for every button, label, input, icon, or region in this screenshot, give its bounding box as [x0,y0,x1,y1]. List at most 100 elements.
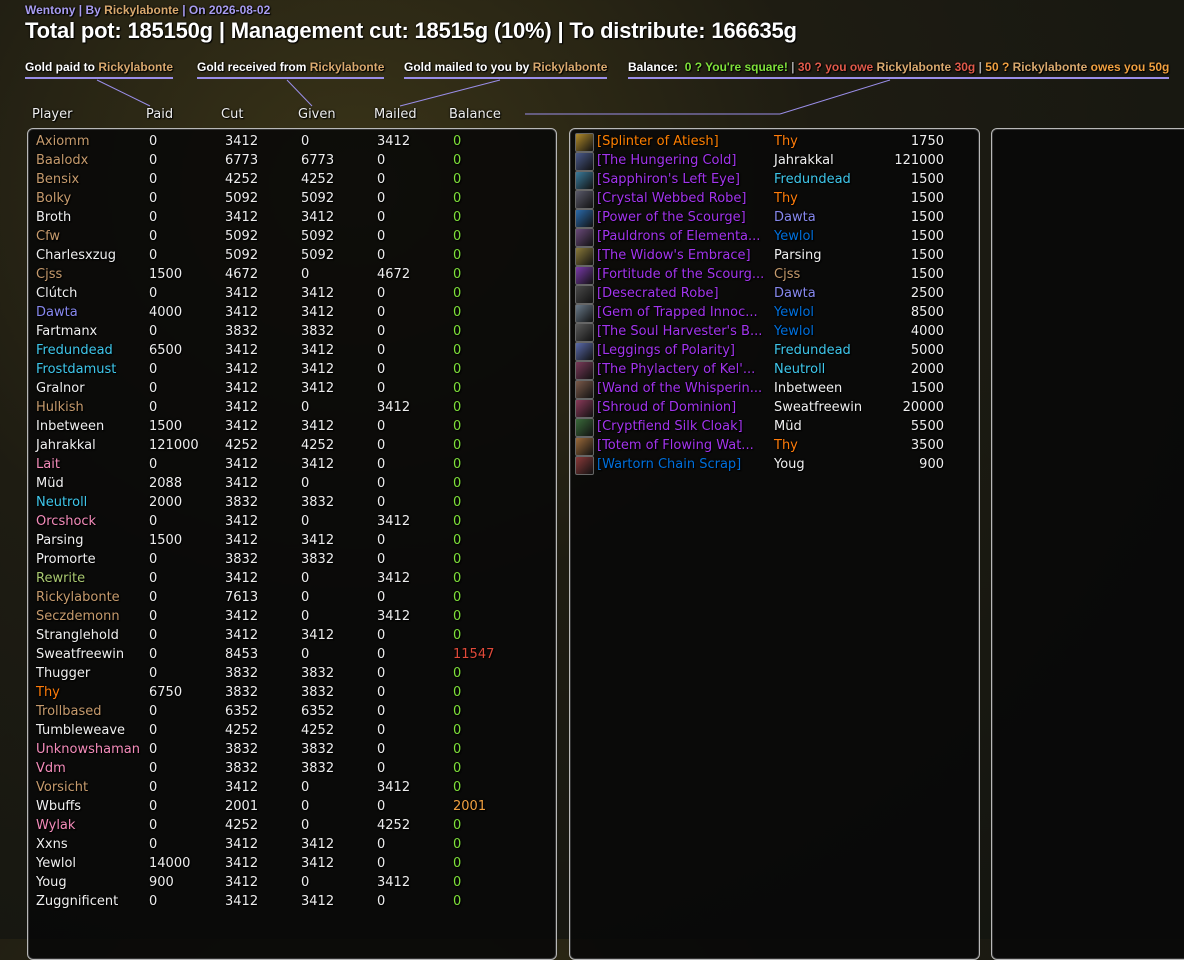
given-value: 3412 [301,856,335,871]
paid-value: 0 [149,229,158,244]
item-link[interactable]: [Pauldrons of Elementa... [597,229,769,244]
player-name: Orcshock [36,514,97,529]
leggings-icon[interactable] [575,342,594,361]
loot-list-panel[interactable]: [Splinter of Atiesh] Thy 1750 [The Hungerin… [569,128,980,960]
loot-row[interactable]: [Shroud of Dominion] Sweatfreewin 20000 [570,399,979,418]
loot-row[interactable]: [Crystal Webbed Robe] Thy 1500 [570,190,979,209]
paid-value: 6750 [149,685,183,700]
player-table-panel[interactable]: Axiomm 0 3412 0 3412 0 Baalodx 0 6773 6773 0 0 Bensi… [27,128,557,960]
item-link[interactable]: [Wand of the Whisperin... [597,381,769,396]
totem-icon[interactable] [575,437,594,456]
given-value: 0 [301,590,310,605]
column-header-player: Player [32,107,73,122]
mailed-value: 0 [377,153,386,168]
loot-row[interactable]: [Gem of Trapped Innoc... Yewlol 8500 [570,304,979,323]
scrap-icon[interactable] [575,456,594,475]
legend-balance-owed-amount: owes you 50g [1087,60,1170,74]
phylactery-icon[interactable] [575,361,594,380]
loot-row[interactable]: [Totem of Flowing Wat... Thy 3500 [570,437,979,456]
gem-icon[interactable] [575,304,594,323]
player-name: Sweatfreewin [36,647,125,662]
given-value: 6773 [301,153,335,168]
loot-row[interactable]: [Leggings of Polarity] Fredundead 5000 [570,342,979,361]
item-link[interactable]: [Wartorn Chain Scrap] [597,457,769,472]
given-value: 3412 [301,457,335,472]
given-value: 3832 [301,685,335,700]
shield-icon[interactable] [575,266,594,285]
price-value: 5500 [910,419,944,434]
cut-value: 3832 [225,666,259,681]
column-header-paid: Paid [146,107,174,122]
robe-icon[interactable] [575,190,594,209]
mace-icon[interactable] [575,247,594,266]
shoulder-icon[interactable] [575,228,594,247]
loot-row[interactable]: [The Hungering Cold] Jahrakkal 121000 [570,152,979,171]
player-name: Fartmanx [36,324,98,339]
paid-value: 0 [149,723,158,738]
loot-row[interactable]: [Fortitude of the Scourg... Cjss 1500 [570,266,979,285]
price-value: 2000 [910,362,944,377]
loot-row[interactable]: [Wartorn Chain Scrap] Youg 900 [570,456,979,475]
item-link[interactable]: [Totem of Flowing Wat... [597,438,769,453]
balance-value: 0 [453,590,462,605]
loot-row[interactable]: [Sapphiron's Left Eye] Fredundead 1500 [570,171,979,190]
price-value: 1500 [910,210,944,225]
paid-value: 0 [149,210,158,225]
price-value: 1500 [910,381,944,396]
item-link[interactable]: [Cryptfiend Silk Cloak] [597,419,769,434]
gem-icon[interactable] [575,171,594,190]
paid-value: 0 [149,191,158,206]
winner-name: Yewlol [774,229,815,244]
item-link[interactable]: [The Soul Harvester's B... [597,324,769,339]
item-link[interactable]: [Splinter of Atiesh] [597,134,769,149]
winner-name: Thy [774,191,798,206]
mailed-value: 0 [377,343,386,358]
cut-value: 3412 [225,780,259,795]
player-name: Thy [36,685,60,700]
loot-row[interactable]: [The Widow's Embrace] Parsing 1500 [570,247,979,266]
mailed-value: 0 [377,723,386,738]
given-value: 3832 [301,552,335,567]
mailed-value: 0 [377,305,386,320]
item-link[interactable]: [The Hungering Cold] [597,153,769,168]
legend-balance-owe-name: Rickylabonte [876,60,952,74]
item-link[interactable]: [The Widow's Embrace] [597,248,769,263]
cut-value: 3412 [225,571,259,586]
item-link[interactable]: [Shroud of Dominion] [597,400,769,415]
bindings-icon[interactable] [575,323,594,342]
given-value: 3412 [301,305,335,320]
item-link[interactable]: [Desecrated Robe] [597,286,769,301]
sword-icon[interactable] [575,152,594,171]
item-link[interactable]: [Power of the Scourge] [597,210,769,225]
loot-row[interactable]: [Cryptfiend Silk Cloak] Müd 5500 [570,418,979,437]
balance-value: 0 [453,438,462,453]
loot-row[interactable]: [Splinter of Atiesh] Thy 1750 [570,133,979,152]
cut-value: 3832 [225,685,259,700]
orb-icon[interactable] [575,209,594,228]
paid-value: 0 [149,742,158,757]
balance-value: 0 [453,628,462,643]
item-link[interactable]: [Leggings of Polarity] [597,343,769,358]
loot-row[interactable]: [Wand of the Whisperin... Inbetween 1500 [570,380,979,399]
loot-row[interactable]: [Pauldrons of Elementa... Yewlol 1500 [570,228,979,247]
loot-row[interactable]: [Desecrated Robe] Dawta 2500 [570,285,979,304]
balance-value: 0 [453,533,462,548]
loot-row[interactable]: [The Phylactery of Kel'... Neutroll 2000 [570,361,979,380]
loot-row[interactable]: [Power of the Scourge] Dawta 1500 [570,209,979,228]
mailed-value: 0 [377,172,386,187]
cut-value: 3412 [225,837,259,852]
item-link[interactable]: [Gem of Trapped Innoc... [597,305,769,320]
splinter-icon[interactable] [575,133,594,152]
paid-value: 0 [149,457,158,472]
item-link[interactable]: [Sapphiron's Left Eye] [597,172,769,187]
item-link[interactable]: [The Phylactery of Kel'... [597,362,769,377]
item-link[interactable]: [Crystal Webbed Robe] [597,191,769,206]
cut-value: 3412 [225,381,259,396]
item-link[interactable]: [Fortitude of the Scourg... [597,267,769,282]
loot-row[interactable]: [The Soul Harvester's B... Yewlol 4000 [570,323,979,342]
cloak-icon[interactable] [575,418,594,437]
mailed-value: 0 [377,191,386,206]
robe-icon[interactable] [575,285,594,304]
shroud-icon[interactable] [575,399,594,418]
wand-icon[interactable] [575,380,594,399]
